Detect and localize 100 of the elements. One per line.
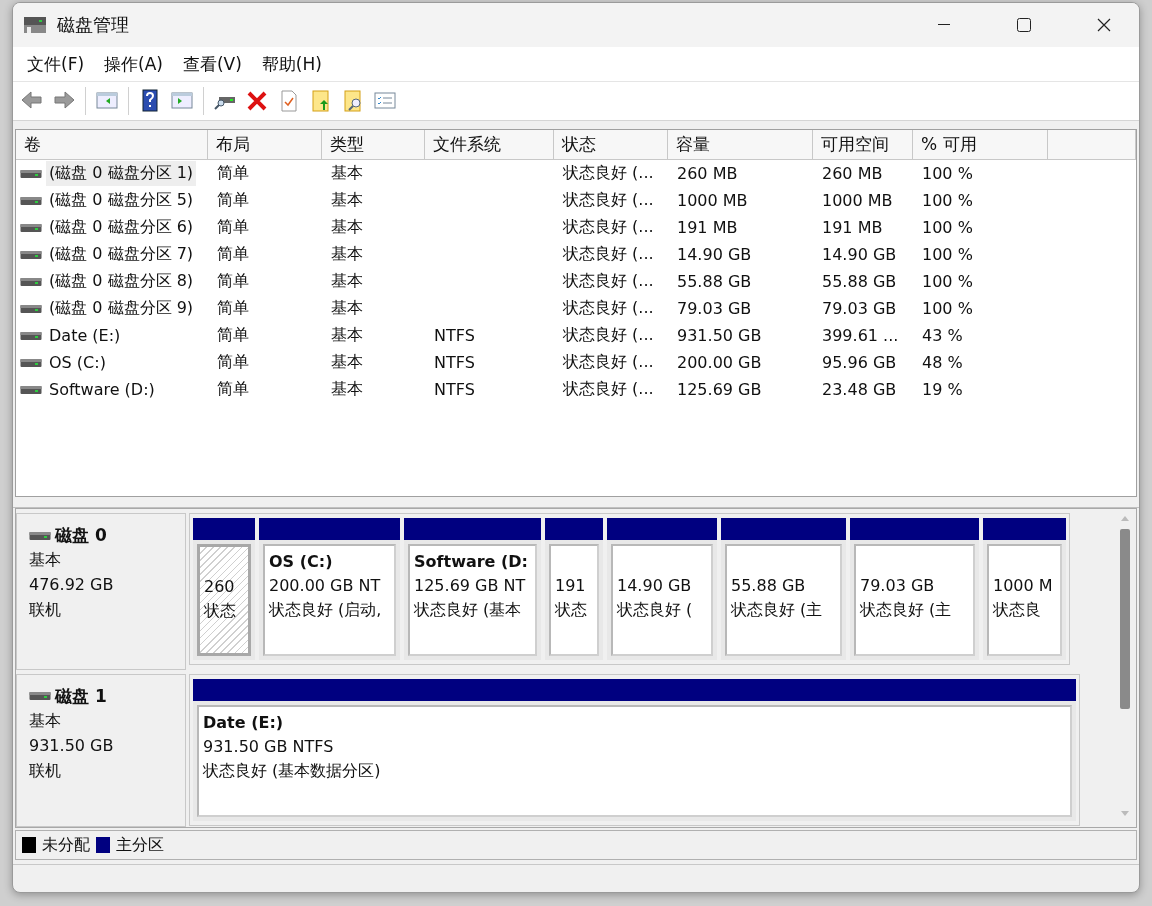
column-header[interactable]: 布局 (208, 130, 322, 160)
table-cell: 260 MB (822, 164, 883, 183)
partition-status: 状态良 (993, 599, 1042, 621)
table-cell: 基本 (331, 298, 363, 319)
disk-size: 931.50 GB (29, 734, 115, 757)
table-cell: 简单 (217, 379, 249, 400)
table-cell: 100 % (922, 272, 973, 291)
column-header[interactable]: 卷 (16, 130, 208, 160)
menu-item[interactable]: 查看(V) (172, 52, 252, 76)
volume-name[interactable]: OS (C:) (46, 351, 109, 374)
table-cell: 基本 (331, 163, 363, 184)
partition-size: 125.69 GB NT (414, 575, 527, 597)
table-cell: 简单 (217, 298, 249, 319)
partition-block[interactable]: 1000 M 状态良 (987, 544, 1062, 656)
drive-icon (20, 195, 42, 206)
volume-name[interactable]: (磁盘 0 磁盘分区 5) (46, 188, 197, 213)
partition-status: 状态良好 (基本 (414, 599, 523, 621)
table-cell: 状态良好 (... (563, 325, 654, 346)
partition-size: 931.50 GB NTFS (203, 735, 335, 758)
window-title: 磁盘管理 (57, 13, 130, 37)
table-cell: 19 % (922, 380, 963, 399)
table-cell: 79.03 GB (677, 299, 752, 318)
table-cell: 状态良好 (... (563, 163, 654, 184)
table-cell: 基本 (331, 271, 363, 292)
table-cell: 399.61 ... (822, 326, 899, 345)
delete-icon (245, 89, 269, 113)
table-cell: 状态良好 (... (563, 271, 654, 292)
disk-info-panel[interactable]: 磁盘 0 基本 476.92 GB 联机 (16, 513, 186, 670)
table-cell: 状态良好 (... (563, 190, 654, 211)
drive-icon (20, 357, 42, 368)
partition-block[interactable]: 260 状态 (197, 544, 251, 656)
table-cell: 基本 (331, 325, 363, 346)
partition-block[interactable]: 14.90 GB 状态良好 ( (611, 544, 713, 656)
menu-item[interactable]: 帮助(H) (251, 52, 332, 76)
column-header[interactable]: 可用空间 (813, 130, 913, 160)
table-cell: 基本 (331, 244, 363, 265)
table-cell: 48 % (922, 353, 963, 372)
volume-name[interactable]: (磁盘 0 磁盘分区 9) (46, 296, 197, 321)
disk-status: 联机 (29, 599, 62, 621)
disk-type: 基本 (29, 709, 62, 732)
column-header[interactable]: 类型 (322, 130, 425, 160)
partition-block[interactable]: 79.03 GB 状态良好 (主 (854, 544, 975, 656)
maximize-icon (1017, 18, 1031, 32)
table-cell: 260 MB (677, 164, 738, 183)
disk-status: 联机 (29, 759, 62, 782)
table-cell: 简单 (217, 352, 249, 373)
column-header[interactable]: 文件系统 (425, 130, 554, 160)
partition-status: 状态 (204, 600, 237, 622)
partition-block[interactable]: OS (C:) 200.00 GB NT 状态良好 (启动, (263, 544, 396, 656)
table-cell: 基本 (331, 352, 363, 373)
menu-item[interactable]: 操作(A) (94, 52, 173, 76)
drive-icon (29, 691, 51, 701)
legend-label: 主分区 (116, 834, 164, 856)
table-cell: 55.88 GB (677, 272, 752, 291)
partition-block[interactable]: Software (D: 125.69 GB NT 状态良好 (基本 (408, 544, 537, 656)
table-cell: 1000 MB (677, 191, 748, 210)
table-cell: 95.96 GB (822, 353, 897, 372)
column-header[interactable]: 状态 (554, 130, 668, 160)
table-cell: 基本 (331, 379, 363, 400)
disk-info-panel[interactable]: 磁盘 1 基本 931.50 GB 联机 (16, 673, 186, 827)
partition-size: 14.90 GB (617, 575, 693, 597)
partition-block[interactable]: Date (E:) 931.50 GB NTFS 状态良好 (基本数据分区) (197, 704, 1072, 817)
legend-label: 未分配 (42, 834, 90, 856)
table-cell: 100 % (922, 245, 973, 264)
volume-name[interactable]: (磁盘 0 磁盘分区 7) (46, 242, 197, 267)
drive-icon (20, 222, 42, 233)
drive-icon (20, 168, 42, 179)
volume-name[interactable]: Date (E:) (46, 324, 124, 347)
table-cell: 100 % (922, 218, 973, 237)
table-cell: 100 % (922, 164, 973, 183)
disk-name: 磁盘 1 (55, 684, 107, 708)
partition-size: 55.88 GB (731, 575, 807, 597)
partition-status: 状态良好 (主 (731, 599, 824, 621)
table-cell: 基本 (331, 190, 363, 211)
column-header[interactable]: 容量 (668, 130, 813, 160)
table-cell: 简单 (217, 325, 249, 346)
menu-item[interactable]: 文件(F) (17, 52, 95, 76)
partition-block[interactable]: 55.88 GB 状态良好 (主 (725, 544, 842, 656)
table-cell: NTFS (434, 380, 475, 399)
partition-size: 79.03 GB (860, 575, 936, 597)
table-cell: 931.50 GB (677, 326, 762, 345)
table-cell: 79.03 GB (822, 299, 897, 318)
partition-block[interactable]: 191 状态 (549, 544, 599, 656)
partition-status: 状态 (555, 599, 588, 621)
volume-name[interactable]: (磁盘 0 磁盘分区 6) (46, 215, 197, 240)
drive-icon (20, 249, 42, 260)
table-cell: 1000 MB (822, 191, 893, 210)
table-cell: 14.90 GB (822, 245, 897, 264)
column-header[interactable]: % 可用 (913, 130, 1048, 160)
volume-name[interactable]: Software (D:) (46, 378, 158, 401)
table-cell: NTFS (434, 326, 475, 345)
table-cell: 100 % (922, 191, 973, 210)
table-cell: 状态良好 (... (563, 244, 654, 265)
volume-name[interactable]: (磁盘 0 磁盘分区 8) (46, 269, 197, 294)
table-cell: 14.90 GB (677, 245, 752, 264)
table-cell: 状态良好 (... (563, 352, 654, 373)
disk-type: 基本 (29, 549, 62, 571)
volume-name[interactable]: (磁盘 0 磁盘分区 1) (46, 161, 197, 186)
partition-status: 状态良好 (基本数据分区) (203, 759, 382, 782)
table-cell: 简单 (217, 163, 249, 184)
